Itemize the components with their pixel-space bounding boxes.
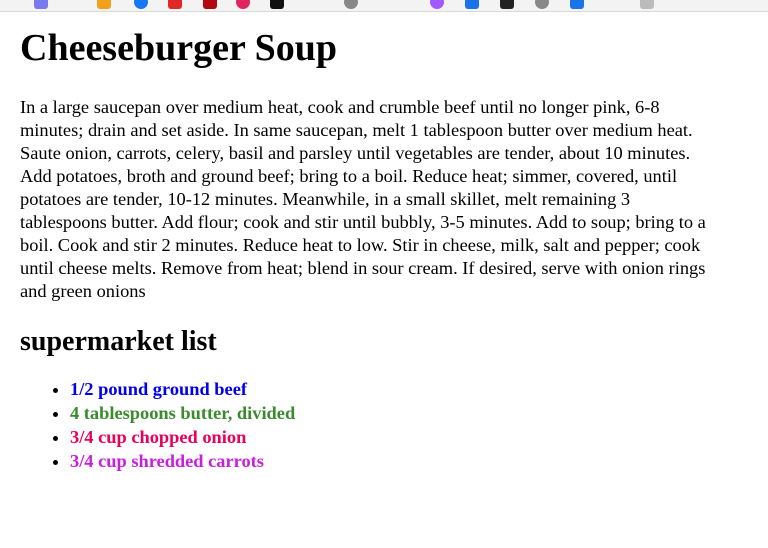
globe-icon[interactable] [344,0,358,9]
extension-icon-5[interactable] [203,0,217,9]
page-title: Cheeseburger Soup [20,27,338,69]
list-item: 3/4 cup shredded carrots [70,449,720,473]
extension-icon-11[interactable] [500,0,514,9]
extension-icon-13[interactable] [570,0,584,9]
extension-icon-1[interactable] [34,0,48,9]
supermarket-list: 1/2 pound ground beef 4 tablespoons butt… [20,377,720,473]
list-item: 3/4 cup chopped onion [70,425,720,449]
extension-icon-14[interactable] [640,0,654,9]
extension-icon-12[interactable] [535,0,549,9]
extension-icon-7[interactable] [270,0,284,9]
extension-icon-4[interactable] [168,0,182,9]
extension-icon-2[interactable] [97,0,111,9]
extension-icon-3[interactable] [134,0,148,9]
extension-icon-9[interactable] [430,0,444,9]
recipe-page: Cheeseburger Soup In a large saucepan ov… [20,12,720,473]
recipe-instructions: In a large saucepan over medium heat, co… [20,97,706,301]
extension-icon-6[interactable] [236,0,250,9]
list-item: 4 tablespoons butter, divided [70,401,720,425]
list-item: 1/2 pound ground beef [70,377,720,401]
supermarket-list-heading: supermarket list [20,326,217,357]
extension-icon-10[interactable] [465,0,479,9]
browser-toolbar [0,0,768,12]
